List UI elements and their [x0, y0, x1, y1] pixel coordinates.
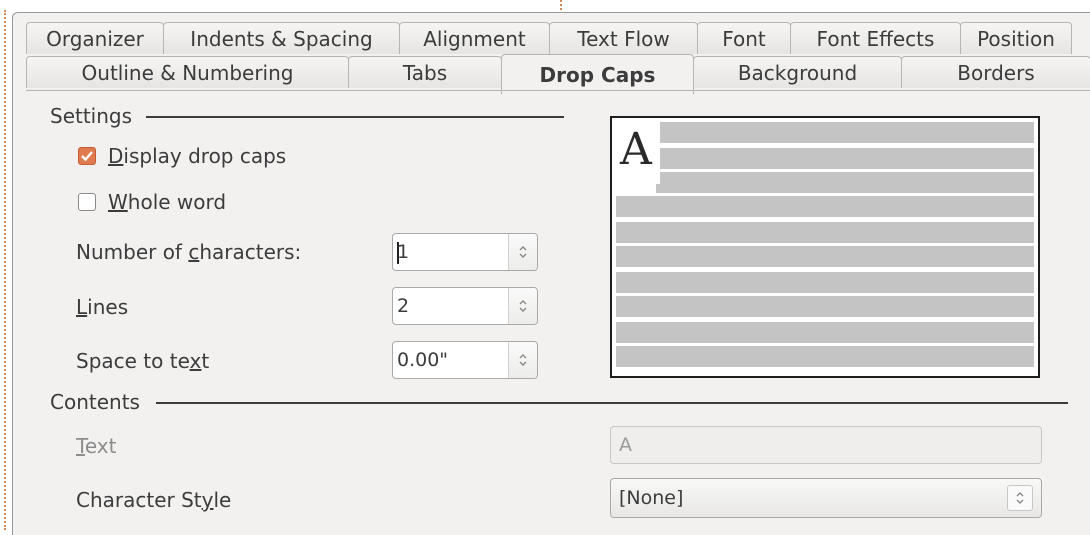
preview-line	[616, 296, 1034, 317]
preview-line	[616, 196, 1034, 217]
character-style-dropdown[interactable]: [None]	[610, 478, 1042, 518]
character-style-label: Character Style	[76, 488, 232, 512]
checkbox-unchecked-icon	[78, 193, 96, 211]
tab-font-effects[interactable]: Font Effects	[790, 22, 961, 54]
drop-caps-preview: A	[610, 116, 1040, 378]
preview-line	[616, 246, 1034, 267]
preview-line	[656, 122, 1034, 143]
lines-label: Lines	[76, 295, 129, 319]
whole-word-checkbox[interactable]: Whole word	[78, 190, 226, 214]
tab-organizer[interactable]: Organizer	[26, 22, 164, 54]
dropdown-arrows-icon[interactable]	[1007, 485, 1033, 511]
tab-drop-caps[interactable]: Drop Caps	[501, 54, 694, 94]
tab-font[interactable]: Font	[697, 22, 791, 54]
number-of-characters-value[interactable]: 1	[393, 234, 508, 270]
tab-indents-spacing[interactable]: Indents & Spacing	[163, 22, 400, 54]
whole-word-label: Whole word	[108, 190, 227, 214]
selection-border-top	[560, 0, 562, 10]
tab-position[interactable]: Position	[960, 22, 1072, 54]
character-style-value: [None]	[619, 487, 684, 509]
contents-separator	[156, 402, 1068, 404]
preview-line	[616, 222, 1034, 243]
contents-heading: Contents	[50, 390, 140, 414]
tab-outline-numbering[interactable]: Outline & Numbering	[26, 56, 349, 88]
text-label: Text	[76, 434, 117, 458]
preview-line	[616, 322, 1034, 343]
preview-line	[656, 148, 1034, 169]
spin-arrows-icon[interactable]	[508, 288, 537, 324]
tab-tabs[interactable]: Tabs	[348, 56, 502, 88]
preview-line	[656, 172, 1034, 193]
spin-arrows-icon[interactable]	[508, 342, 537, 378]
spin-arrows-icon[interactable]	[508, 234, 537, 270]
preview-line	[616, 346, 1034, 367]
tab-background[interactable]: Background	[693, 56, 902, 88]
display-drop-caps-label: Display drop caps	[108, 144, 287, 168]
space-to-text-value[interactable]: 0.00"	[393, 342, 508, 378]
tab-alignment[interactable]: Alignment	[399, 22, 550, 54]
number-of-characters-label: Number of characters:	[76, 240, 302, 264]
display-drop-caps-checkbox[interactable]: Display drop caps	[78, 144, 286, 168]
tab-borders[interactable]: Borders	[901, 56, 1090, 88]
checkbox-checked-icon	[78, 147, 96, 165]
settings-separator	[146, 116, 564, 118]
space-to-text-label: Space to text	[76, 349, 210, 373]
settings-heading: Settings	[50, 104, 133, 128]
tab-baseline	[26, 90, 1090, 91]
selection-border-left	[4, 10, 6, 530]
preview-line	[616, 272, 1034, 293]
tab-text-flow[interactable]: Text Flow	[549, 22, 698, 54]
number-of-characters-spinbox[interactable]: 1	[392, 233, 538, 271]
space-to-text-spinbox[interactable]: 0.00"	[392, 341, 538, 379]
lines-value[interactable]: 2	[393, 288, 508, 324]
tab-row-1: Organizer Indents & Spacing Alignment Te…	[26, 22, 1072, 54]
preview-drop-letter: A	[616, 120, 660, 184]
lines-spinbox[interactable]: 2	[392, 287, 538, 325]
text-field[interactable]: A	[610, 426, 1042, 464]
